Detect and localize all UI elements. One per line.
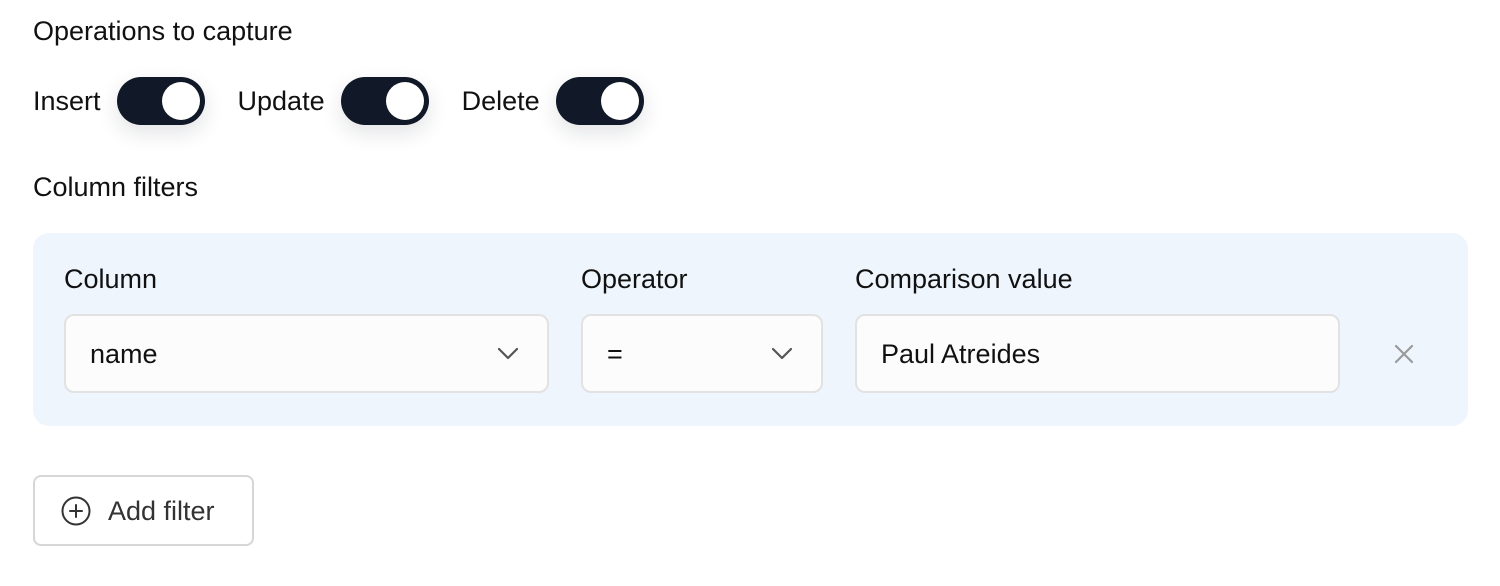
column-filters-title: Column filters: [33, 172, 199, 202]
add-filter-button[interactable]: Add filter: [33, 475, 254, 546]
operation-insert: Insert: [33, 77, 205, 125]
operator-label: Operator: [581, 264, 688, 294]
column-label: Column: [64, 264, 158, 294]
chevron-down-icon: [771, 347, 793, 359]
delete-label: Delete: [461, 86, 540, 116]
insert-toggle[interactable]: [116, 77, 205, 125]
close-icon: [1394, 344, 1414, 364]
operator-select-value: =: [607, 338, 623, 369]
operations-toggles: Insert Update Delete: [33, 76, 644, 126]
update-toggle[interactable]: [340, 77, 429, 125]
delete-toggle[interactable]: [555, 77, 644, 125]
column-select-value: name: [90, 338, 158, 369]
plus-circle-icon: [61, 496, 91, 525]
toggle-knob: [385, 82, 424, 120]
insert-label: Insert: [33, 86, 101, 116]
filter-row: Column name Operator = Comparison value …: [33, 233, 1468, 426]
add-filter-label: Add filter: [108, 495, 215, 526]
chevron-down-icon: [497, 347, 519, 359]
operation-delete: Delete: [462, 77, 644, 125]
update-label: Update: [237, 86, 325, 116]
comparison-value-input[interactable]: Paul Atreides: [855, 314, 1340, 393]
toggle-knob: [161, 82, 200, 120]
comparison-value-text: Paul Atreides: [881, 338, 1041, 369]
operator-select[interactable]: =: [581, 314, 823, 393]
operations-title: Operations to capture: [33, 16, 293, 46]
column-select[interactable]: name: [64, 314, 549, 393]
remove-filter-button[interactable]: [1387, 337, 1421, 371]
comparison-value-label: Comparison value: [855, 264, 1073, 294]
operation-update: Update: [238, 77, 429, 125]
toggle-knob: [600, 82, 639, 120]
